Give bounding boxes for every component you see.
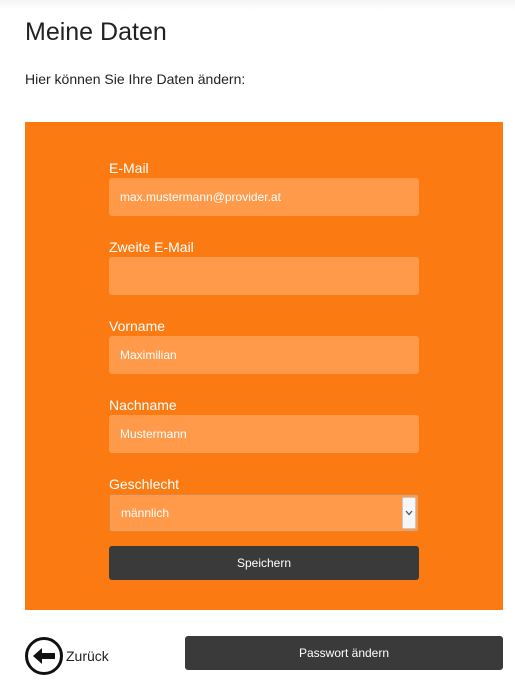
- second-email-field[interactable]: [109, 257, 419, 295]
- page-subtitle: Hier können Sie Ihre Daten ändern:: [25, 71, 246, 87]
- firstname-field[interactable]: [109, 336, 419, 374]
- second-email-label: Zweite E-Mail: [109, 239, 194, 255]
- page-title: Meine Daten: [25, 18, 167, 46]
- email-label: E-Mail: [109, 160, 149, 176]
- gender-label: Geschlecht: [109, 476, 180, 492]
- profile-form: E-Mail Zweite E-Mail Vorname Nachname Ge…: [25, 122, 503, 610]
- top-bar: [0, 0, 515, 10]
- arrow-left-circle-icon[interactable]: [24, 636, 64, 676]
- save-button[interactable]: Speichern: [109, 546, 419, 580]
- back-label[interactable]: Zurück: [66, 648, 109, 664]
- lastname-field[interactable]: [109, 415, 419, 453]
- gender-select[interactable]: männlich: [109, 494, 419, 532]
- page: Meine Daten Hier können Sie Ihre Daten ä…: [0, 0, 515, 689]
- firstname-label: Vorname: [109, 318, 166, 334]
- lastname-label: Nachname: [109, 397, 177, 413]
- gender-select-value: männlich: [121, 506, 170, 520]
- change-password-button[interactable]: Passwort ändern: [185, 636, 503, 670]
- back-link[interactable]: Zurück: [24, 636, 109, 676]
- chevron-down-icon[interactable]: [402, 497, 416, 529]
- email-field[interactable]: [109, 178, 419, 216]
